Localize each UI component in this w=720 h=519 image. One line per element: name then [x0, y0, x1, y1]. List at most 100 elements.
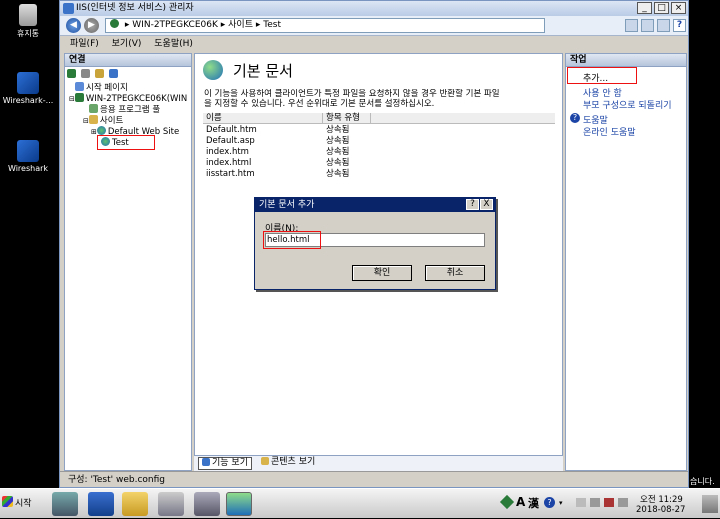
column-header-type[interactable]: 항목 유형 — [323, 113, 371, 124]
help-icon[interactable]: ? — [673, 19, 686, 32]
dialog-titlebar[interactable]: 기본 문서 추가 ? X — [255, 198, 495, 212]
server-icon — [110, 19, 119, 28]
features-view-icon — [202, 458, 210, 466]
windows-logo-icon — [2, 496, 13, 507]
content-view-icon — [261, 457, 269, 465]
table-row-type: 상속됨 — [326, 147, 350, 157]
column-header-filler — [371, 113, 555, 124]
connections-header: 연결 — [65, 54, 191, 67]
back-icon[interactable]: ◀ — [66, 18, 81, 33]
stop-icon[interactable] — [641, 19, 654, 32]
server-icon — [74, 93, 84, 102]
highlight-box-name-input — [263, 231, 321, 249]
ime-mode-a[interactable]: A — [516, 495, 525, 509]
language-bar-icon[interactable] — [499, 494, 515, 510]
table-row-name[interactable]: Default.htm — [206, 125, 257, 136]
minimize-button[interactable]: _ — [637, 2, 652, 14]
table-row-name[interactable]: Default.asp — [206, 136, 255, 147]
volume-muted-icon[interactable] — [604, 498, 614, 507]
help-icon[interactable]: ? — [544, 497, 555, 508]
highlight-box-test — [97, 135, 155, 150]
breadcrumb-test[interactable]: Test — [263, 20, 281, 30]
save-icon[interactable] — [80, 69, 90, 78]
desktop-edge-text: 습니다. — [690, 477, 715, 486]
close-button[interactable]: × — [671, 2, 686, 14]
wireshark-installer-icon[interactable]: Wireshark-... — [0, 72, 56, 105]
table-row-type: 상속됨 — [326, 136, 350, 146]
server-manager-icon[interactable] — [52, 492, 78, 516]
ime-hanja[interactable]: 漢 — [528, 495, 539, 511]
tree-item-sites[interactable]: ⊟ 사이트 — [83, 115, 123, 126]
start-button[interactable]: 시작 — [2, 494, 38, 514]
powershell-icon[interactable] — [88, 492, 114, 516]
collapse-icon[interactable]: ⊟ — [83, 117, 89, 125]
page-description: 이 기능을 사용하여 클라이언트가 특정 파일을 요청하지 않을 경우 반환할 … — [204, 89, 500, 109]
page-title: 기본 문서 — [233, 62, 293, 80]
breadcrumb-server[interactable]: WIN-2TPEGKCE06K — [132, 20, 218, 30]
cancel-button[interactable]: 취소 — [425, 265, 485, 281]
clock-date[interactable]: 2018-08-27 — [636, 505, 685, 515]
tree-item-server[interactable]: ⊟ WIN-2TPEGKCE06K(WIN — [69, 93, 187, 104]
network-icon[interactable] — [590, 498, 600, 507]
actions-header: 작업 — [566, 54, 686, 67]
wireshark-icon[interactable]: Wireshark — [0, 140, 56, 173]
iis-app-icon — [63, 3, 74, 14]
table-row-name[interactable]: iisstart.htm — [206, 169, 255, 180]
table-row-type: 상속됨 — [326, 158, 350, 168]
explorer-icon[interactable] — [122, 492, 148, 516]
highlight-box-add — [567, 67, 637, 84]
menu-view[interactable]: 보기(V) — [112, 39, 142, 49]
up-icon[interactable] — [94, 69, 104, 78]
tree-view-icon[interactable] — [108, 69, 118, 78]
breadcrumb[interactable]: ▸ WIN-2TPEGKCE06K ▸ 사이트 ▸ Test — [105, 18, 545, 33]
window-title: IIS(인터넷 정보 서비스) 관리자 — [76, 3, 194, 13]
menu-help[interactable]: 도움말(H) — [154, 39, 193, 49]
forward-icon[interactable]: ▶ — [84, 18, 99, 33]
refresh-icon[interactable] — [625, 19, 638, 32]
system-tray: A 漢 ? ▾ 오전 11:29 2018-08-27 — [494, 489, 720, 519]
action-online-help[interactable]: 온라인 도움말 — [583, 125, 636, 138]
menu-file[interactable]: 파일(F) — [70, 39, 99, 49]
tree-item-app-pools[interactable]: 응용 프로그램 풀 — [89, 104, 160, 115]
default-document-globe-icon — [203, 60, 223, 80]
help-icon: ? — [570, 113, 580, 123]
status-bar: 구성: 'Test' web.config — [60, 471, 688, 488]
tree-item-start-page[interactable]: 시작 페이지 — [75, 82, 128, 93]
home-icon[interactable] — [657, 19, 670, 32]
tab-content-view[interactable]: 콘텐츠 보기 — [258, 457, 318, 470]
show-desktop-icon[interactable] — [702, 495, 718, 513]
folder-icon — [88, 115, 98, 124]
desktop-icon-label: Wireshark — [7, 164, 49, 173]
add-default-document-dialog: 기본 문서 추가 ? X 이름(N): hello.html 확인 취소 — [254, 197, 496, 290]
connections-panel: 연결 시작 페이지 ⊟ WIN-2TPEGKCE06K(WIN 응용 프로그램 풀… — [64, 53, 192, 471]
display-icon[interactable] — [618, 498, 628, 507]
collapse-icon[interactable]: ⊟ — [69, 95, 75, 103]
flag-icon[interactable] — [576, 498, 586, 507]
table-row-type: 상속됨 — [326, 125, 350, 135]
options-icon[interactable]: ▾ — [559, 499, 563, 507]
clock-time[interactable]: 오전 11:29 — [640, 493, 683, 505]
app-pool-icon — [89, 104, 98, 113]
menu-bar: 파일(F) 보기(V) 도움말(H) — [60, 37, 688, 51]
dialog-help-button[interactable]: ? — [466, 199, 479, 210]
iis-manager-taskbar-icon[interactable] — [226, 492, 252, 516]
address-bar: ◀ ▶ ▸ WIN-2TPEGKCE06K ▸ 사이트 ▸ Test ? — [60, 16, 688, 36]
recycle-bin-icon[interactable]: 휴지통 — [0, 4, 56, 39]
action-revert-to-parent[interactable]: 부모 구성으로 되돌리기 — [583, 98, 672, 111]
tools-icon[interactable] — [194, 492, 220, 516]
column-header-name[interactable]: 이름 — [203, 113, 323, 124]
ok-button[interactable]: 확인 — [352, 265, 412, 281]
maximize-button[interactable]: □ — [654, 2, 669, 14]
table-row-name[interactable]: index.html — [206, 158, 251, 169]
calendar-app-icon[interactable] — [158, 492, 184, 516]
globe-icon — [96, 126, 106, 135]
tab-features-view[interactable]: 기능 보기 — [198, 457, 252, 470]
breadcrumb-sites[interactable]: 사이트 — [228, 20, 253, 30]
start-page-icon — [75, 82, 84, 91]
connect-icon[interactable] — [67, 69, 76, 78]
table-row-name[interactable]: index.htm — [206, 147, 249, 158]
window-titlebar[interactable]: IIS(인터넷 정보 서비스) 관리자 _ □ × — [60, 1, 688, 16]
dialog-close-button[interactable]: X — [480, 199, 493, 210]
desktop-icon-label: Wireshark-... — [2, 96, 54, 105]
expand-icon[interactable]: ⊞ — [91, 128, 97, 136]
